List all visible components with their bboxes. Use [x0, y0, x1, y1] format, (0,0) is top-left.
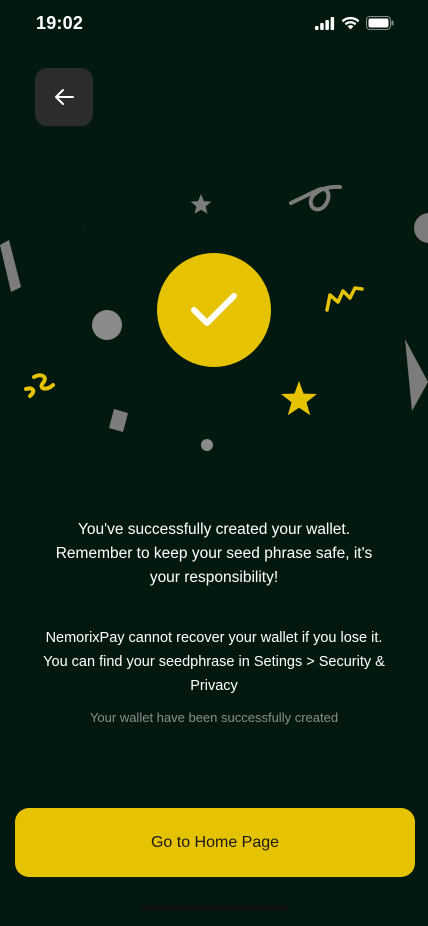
confetti-gray-shard-left: [0, 240, 21, 292]
cellular-signal-icon: [315, 16, 335, 30]
confetti-yellow-star: [281, 381, 317, 416]
success-badge: [157, 253, 271, 367]
wifi-icon: [341, 16, 360, 30]
status-icons: [315, 16, 394, 30]
checkmark-icon: [191, 293, 237, 326]
go-to-home-button[interactable]: Go to Home Page: [15, 808, 415, 877]
arrow-left-icon: [55, 89, 74, 105]
battery-icon: [366, 16, 394, 30]
recovery-warning: NemorixPay cannot recover your wallet if…: [43, 630, 385, 694]
confetti-gray-dot: [201, 439, 213, 451]
back-button[interactable]: [35, 68, 93, 126]
confetti-gray-spike: [405, 339, 428, 411]
confetti-crescent-moon: [82, 207, 109, 242]
confetti-gray-half-circle: [414, 213, 428, 243]
confetti-yellow-squiggle: [24, 373, 55, 398]
confetti-gray-star: [190, 194, 212, 214]
success-message: You've successfully created your wallet.…: [55, 521, 373, 586]
status-time: 19:02: [36, 13, 84, 33]
success-caption: Your wallet have been successfully creat…: [89, 710, 339, 725]
confetti-gray-circle: [92, 310, 122, 340]
confetti-gray-rectangle: [109, 409, 128, 432]
confetti-gray-squiggle: [289, 184, 342, 212]
home-indicator: [140, 905, 288, 910]
status-bar: 19:02: [0, 0, 428, 48]
confetti-yellow-zigzag: [325, 286, 364, 312]
